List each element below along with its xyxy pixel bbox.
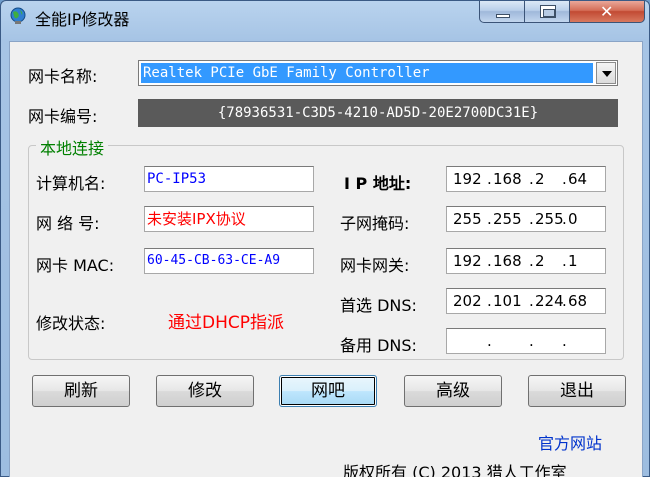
mask-octet-4: 0 (568, 210, 578, 228)
ip-octet-3: 2 (535, 170, 545, 188)
ip-octet-2: 168 (493, 170, 522, 188)
copyright-text: 版权所有 (C) 2013 猎人工作室 (343, 463, 567, 477)
minimize-button[interactable] (479, 1, 525, 23)
ip-octet-4: 64 (568, 170, 588, 188)
mask-octet-1: 255 (453, 210, 482, 228)
gateway-octet-2: 168 (493, 252, 522, 270)
group-title: 本地连接 (36, 135, 109, 159)
minimize-icon (496, 14, 510, 18)
official-site-link[interactable]: 官方网站 (538, 430, 602, 454)
adapter-id-label: 网卡编号: (28, 107, 98, 126)
advanced-button[interactable]: 高级 (404, 375, 502, 407)
mask-octet-2: 255 (493, 210, 522, 228)
close-icon: ✕ (600, 2, 614, 21)
ip-address-field[interactable]: 192. 168. 2. 64 (446, 166, 606, 192)
modify-button[interactable]: 修改 (156, 375, 254, 407)
netbar-button[interactable]: 网吧 (279, 375, 377, 407)
adapter-id-value: {78936531-C3D5-4210-AD5D-20E2700DC31E} (138, 99, 618, 127)
ip-address-label: I P 地址: (344, 174, 412, 193)
ip-octet-1: 192 (453, 170, 482, 188)
window-title: 全能IP修改器 (35, 10, 130, 29)
adapter-name-label: 网卡名称: (28, 67, 98, 86)
gateway-octet-1: 192 (453, 252, 482, 270)
gateway-octet-3: 2 (535, 252, 545, 270)
gateway-label: 网卡网关: (340, 256, 410, 275)
network-number-field[interactable]: 未安装IPX协议 (144, 206, 314, 232)
status-value: 通过DHCP指派 (168, 313, 284, 333)
status-label: 修改状态: (36, 314, 106, 333)
mac-label: 网卡 MAC: (36, 256, 115, 275)
gateway-field[interactable]: 192. 168. 2. 1 (446, 248, 606, 274)
computer-name-field[interactable]: PC-IP53 (144, 166, 314, 192)
secondary-dns-label: 备用 DNS: (340, 336, 417, 355)
close-button[interactable]: ✕ (569, 1, 645, 23)
chevron-down-icon[interactable] (596, 62, 616, 84)
app-window: 全能IP修改器 ✕ 网卡名称: Realtek PCIe GbE Family … (0, 0, 650, 477)
globe-icon (10, 7, 26, 24)
subnet-mask-field[interactable]: 255. 255. 255. 0 (446, 206, 606, 232)
refresh-button[interactable]: 刷新 (32, 375, 130, 407)
mask-octet-3: 255 (535, 210, 564, 228)
primary-dns-field[interactable]: 202. 101. 224. 68 (446, 288, 606, 314)
title-bar[interactable]: 全能IP修改器 ✕ (1, 1, 649, 31)
adapter-select[interactable]: Realtek PCIe GbE Family Controller (138, 60, 618, 86)
dns1-octet-3: 224 (535, 292, 564, 310)
exit-button[interactable]: 退出 (528, 375, 626, 407)
maximize-button[interactable] (524, 1, 570, 23)
primary-dns-label: 首选 DNS: (340, 296, 417, 315)
adapter-select-value: Realtek PCIe GbE Family Controller (141, 63, 593, 83)
subnet-mask-label: 子网掩码: (340, 214, 410, 233)
computer-name-label: 计算机名: (36, 174, 106, 193)
mac-field[interactable]: 60-45-CB-63-CE-A9 (144, 248, 314, 274)
dns1-octet-4: 68 (568, 292, 588, 310)
dns1-octet-1: 202 (453, 292, 482, 310)
network-number-label: 网 络 号: (36, 214, 100, 233)
secondary-dns-field[interactable]: . . . (446, 328, 606, 354)
dns1-octet-2: 101 (493, 292, 522, 310)
gateway-octet-4: 1 (568, 252, 578, 270)
maximize-icon (540, 5, 556, 18)
main-panel: 网卡名称: Realtek PCIe GbE Family Controller… (9, 41, 643, 477)
